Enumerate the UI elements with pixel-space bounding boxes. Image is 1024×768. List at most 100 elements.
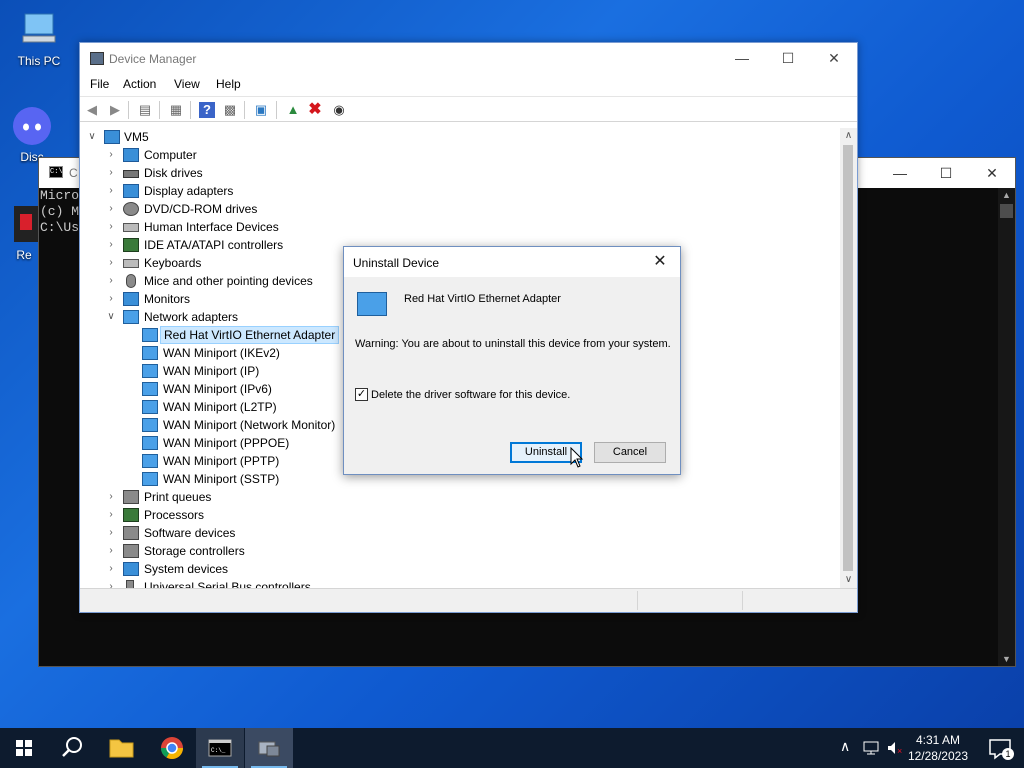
expand-icon[interactable]: › [105,290,117,308]
tree-item-ide[interactable]: › IDE ATA/ATAPI controllers [80,236,380,254]
menu-file[interactable]: File [90,77,109,91]
network-adapter-icon [142,346,158,360]
scan-hardware-icon[interactable]: ▣ [253,102,269,118]
tree-item-keyboards[interactable]: › Keyboards [80,254,380,272]
tree-item-redhat-virtio[interactable]: Red Hat VirtIO Ethernet Adapter [80,326,380,344]
expand-icon[interactable]: › [105,506,117,524]
close-icon[interactable]: ✕ [648,252,672,272]
tree-item-usb[interactable]: › Universal Serial Bus controllers [80,578,380,588]
tree-item-display-adapters[interactable]: › Display adapters [80,182,380,200]
tree-item-storage-controllers[interactable]: › Storage controllers [80,542,380,560]
expand-icon[interactable]: › [105,218,117,236]
expand-icon[interactable]: › [105,254,117,272]
search-button[interactable] [48,728,96,768]
uninstall-device-dialog[interactable]: Uninstall Device ✕ Red Hat VirtIO Ethern… [343,246,681,475]
tree-item-wan-ip[interactable]: WAN Miniport (IP) [80,362,380,380]
tree-item-mice[interactable]: › Mice and other pointing devices [80,272,380,290]
desktop-icon-discord[interactable]: Disc [9,106,55,164]
menu-view[interactable]: View [174,77,200,91]
tree-item-wan-sstp[interactable]: WAN Miniport (SSTP) [80,470,380,488]
expand-icon[interactable]: › [105,146,117,164]
delete-driver-checkbox[interactable]: ✓ [355,388,368,401]
cancel-button[interactable]: Cancel [594,442,666,463]
maximize-button[interactable]: ☐ [923,158,969,188]
tree-item-wan-pppoe[interactable]: WAN Miniport (PPPOE) [80,434,380,452]
update-driver-icon[interactable]: ▲ [285,102,301,118]
tree-item-dvd-drives[interactable]: › DVD/CD-ROM drives [80,200,380,218]
tree-item-processors[interactable]: › Processors [80,506,380,524]
help-icon[interactable]: ? [199,102,215,118]
taskbar-chrome[interactable] [148,728,196,768]
expand-icon[interactable]: › [105,164,117,182]
tree-item-computer[interactable]: › Computer [80,146,380,164]
view-icon[interactable]: ▩ [222,102,238,118]
scroll-up-icon[interactable]: ▲ [998,188,1015,202]
tree-item-network-adapters[interactable]: ∨ Network adapters [80,308,380,326]
expand-icon[interactable]: › [105,578,117,588]
tree-item-software-devices[interactable]: › Software devices [80,524,380,542]
volume-muted-icon[interactable]: × [886,740,906,756]
expand-icon[interactable]: › [105,524,117,542]
uninstall-icon[interactable]: ✖ [307,102,323,118]
tree-item-monitors[interactable]: › Monitors [80,290,380,308]
network-icon[interactable] [862,740,880,756]
tree-item-wan-l2tp[interactable]: WAN Miniport (L2TP) [80,398,380,416]
expand-icon[interactable]: › [105,272,117,290]
expand-icon[interactable]: › [105,542,117,560]
usb-icon [126,580,134,588]
tree-item-print-queues[interactable]: › Print queues [80,488,380,506]
taskbar-file-explorer[interactable] [97,728,145,768]
tree-scrollbar[interactable]: ∧ ∨ [840,128,857,588]
collapse-icon[interactable]: ∨ [86,128,98,146]
tree-item-wan-ikev2[interactable]: WAN Miniport (IKEv2) [80,344,380,362]
scroll-down-icon[interactable]: ▼ [998,652,1015,666]
menu-action[interactable]: Action [123,77,156,91]
minimize-button[interactable]: — [719,43,765,74]
delete-driver-label[interactable]: Delete the driver software for this devi… [371,389,570,401]
close-button[interactable]: ✕ [969,158,1015,188]
menu-help[interactable]: Help [216,77,241,91]
cmd-scrollbar[interactable]: ▲ ▼ [998,188,1015,666]
dvd-drive-icon [123,202,139,216]
expand-icon[interactable]: › [105,236,117,254]
dialog-titlebar[interactable]: Uninstall Device ✕ [344,247,680,277]
tree-item-system-devices[interactable]: › System devices [80,560,380,578]
scroll-down-icon[interactable]: ∨ [840,572,857,588]
forward-icon[interactable]: ▶ [107,102,123,118]
tree-item-hid[interactable]: › Human Interface Devices [80,218,380,236]
clock[interactable]: 4:31 AM 12/28/2023 [908,732,968,764]
close-button[interactable]: ✕ [811,43,857,74]
disable-icon[interactable]: ◉ [331,102,347,118]
scroll-thumb[interactable] [843,145,853,571]
taskbar-device-manager[interactable] [245,728,293,768]
windows-logo-icon [16,740,32,756]
tree-item-wan-ipv6[interactable]: WAN Miniport (IPv6) [80,380,380,398]
network-adapter-icon [142,400,158,414]
status-segment [637,591,638,610]
scroll-up-icon[interactable]: ∧ [840,128,857,144]
properties-icon[interactable]: ▤ [137,102,153,118]
tree-item-wan-pptp[interactable]: WAN Miniport (PPTP) [80,452,380,470]
taskbar-cmd[interactable]: C:\_ [196,728,244,768]
expand-icon[interactable]: › [105,488,117,506]
tree-item-wan-network-monitor[interactable]: WAN Miniport (Network Monitor) [80,416,380,434]
show-hide-icon[interactable]: ▦ [168,102,184,118]
tree-item-disk-drives[interactable]: › Disk drives [80,164,380,182]
tree-root[interactable]: ∨ VM5 [80,128,280,146]
cmd-title: C [69,166,78,180]
notification-center-button[interactable]: 1 [976,728,1024,768]
expand-icon[interactable]: › [105,200,117,218]
maximize-button[interactable]: ☐ [765,43,811,74]
start-button[interactable] [0,728,48,768]
desktop-icon-this-pc[interactable]: This PC [9,10,69,68]
back-icon[interactable]: ◀ [84,102,100,118]
expand-icon[interactable]: › [105,560,117,578]
dm-titlebar[interactable]: Device Manager — ☐ ✕ [80,43,857,74]
minimize-button[interactable]: — [877,158,923,188]
chevron-up-icon[interactable]: ∧ [840,738,850,755]
dm-title: Device Manager [109,52,197,66]
collapse-icon[interactable]: ∨ [105,308,117,326]
expand-icon[interactable]: › [105,182,117,200]
scroll-thumb[interactable] [1000,204,1013,218]
desktop-icon-re[interactable]: Re [7,204,41,262]
